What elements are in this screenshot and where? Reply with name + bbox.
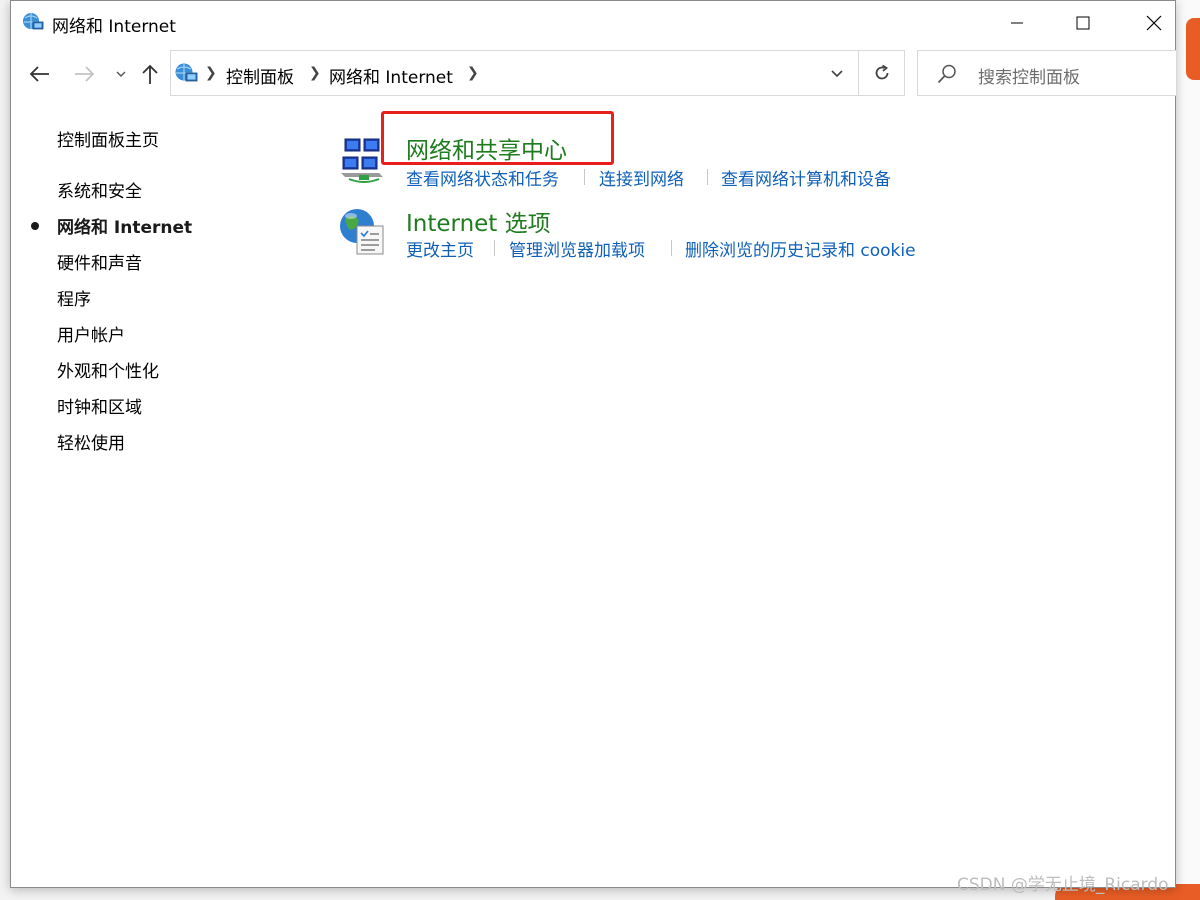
- view-network-computers-link[interactable]: 查看网络计算机和设备: [721, 165, 891, 190]
- chevron-down-icon: [116, 71, 126, 77]
- background-page: [1176, 0, 1200, 900]
- breadcrumb-network-internet[interactable]: 网络和 Internet: [329, 63, 453, 88]
- breadcrumb-chevron-icon[interactable]: ❯: [205, 65, 217, 81]
- forward-button[interactable]: [72, 61, 98, 87]
- navigation-bar: ❯ 控制面板 ❯ 网络和 Internet ❯ 搜索控制面板: [11, 49, 1177, 99]
- sidebar-item-system-security[interactable]: 系统和安全: [57, 177, 142, 202]
- sidebar-item-clock-region[interactable]: 时钟和区域: [57, 393, 142, 418]
- network-internet-icon: [175, 63, 198, 82]
- manage-addons-link[interactable]: 管理浏览器加载项: [509, 236, 645, 261]
- view-network-status-link[interactable]: 查看网络状态和任务: [406, 165, 559, 190]
- back-arrow-icon: [29, 66, 49, 82]
- up-arrow-icon: [142, 64, 158, 84]
- delete-browsing-history-link[interactable]: 删除浏览的历史记录和 cookie: [685, 236, 916, 261]
- back-button[interactable]: [26, 61, 52, 87]
- search-icon: [937, 64, 956, 84]
- forward-arrow-icon: [75, 66, 95, 82]
- breadcrumb-control-panel[interactable]: 控制面板: [226, 63, 294, 88]
- connect-to-network-link[interactable]: 连接到网络: [599, 165, 684, 190]
- refresh-button[interactable]: [858, 51, 905, 95]
- breadcrumb-chevron-icon[interactable]: ❯: [309, 65, 321, 81]
- maximize-icon: [1076, 16, 1090, 30]
- link-divider: [707, 169, 708, 185]
- minimize-icon: [1011, 22, 1023, 24]
- up-button[interactable]: [137, 61, 163, 87]
- search-placeholder: 搜索控制面板: [978, 68, 1080, 88]
- link-divider: [584, 169, 585, 185]
- background-orange-tab: [1186, 18, 1200, 80]
- sidebar-item-hardware-sound[interactable]: 硬件和声音: [57, 249, 142, 274]
- change-homepage-link[interactable]: 更改主页: [406, 236, 474, 261]
- refresh-icon: [875, 64, 889, 80]
- close-icon: [1146, 15, 1162, 31]
- control-panel-window: 网络和 Internet ❯ 控制面板 ❯ 网络和 Internet ❯ 搜索控…: [10, 0, 1177, 888]
- sidebar-item-appearance[interactable]: 外观和个性化: [57, 357, 159, 382]
- address-history-dropdown[interactable]: [823, 63, 851, 85]
- maximize-button[interactable]: [1060, 1, 1106, 45]
- search-box[interactable]: 搜索控制面板: [917, 50, 1177, 96]
- network-internet-icon: [23, 13, 44, 30]
- minimize-button[interactable]: [994, 1, 1040, 45]
- sidebar-item-programs[interactable]: 程序: [57, 285, 91, 310]
- link-divider: [671, 240, 672, 256]
- sidebar-item-ease-of-access[interactable]: 轻松使用: [57, 429, 125, 454]
- sidebar-item-network-internet[interactable]: 网络和 Internet: [57, 213, 192, 238]
- close-button[interactable]: [1131, 1, 1177, 45]
- address-bar[interactable]: ❯ 控制面板 ❯ 网络和 Internet ❯: [170, 50, 905, 96]
- watermark: CSDN @学无止境_Ricardo: [957, 875, 1169, 895]
- link-divider: [494, 240, 495, 256]
- sidebar-item-user-accounts[interactable]: 用户帐户: [57, 321, 125, 346]
- chevron-down-icon: [831, 70, 843, 78]
- recent-locations-button[interactable]: [108, 61, 134, 87]
- active-bullet: [31, 222, 39, 230]
- breadcrumb-chevron-icon[interactable]: ❯: [467, 65, 479, 81]
- internet-options-icon: [340, 209, 384, 255]
- sidebar-control-panel-home[interactable]: 控制面板主页: [57, 126, 159, 151]
- highlight-box: [381, 111, 614, 165]
- window-title: 网络和 Internet: [52, 17, 176, 37]
- title-bar: 网络和 Internet: [11, 1, 1175, 45]
- internet-options-link[interactable]: Internet 选项: [406, 204, 551, 238]
